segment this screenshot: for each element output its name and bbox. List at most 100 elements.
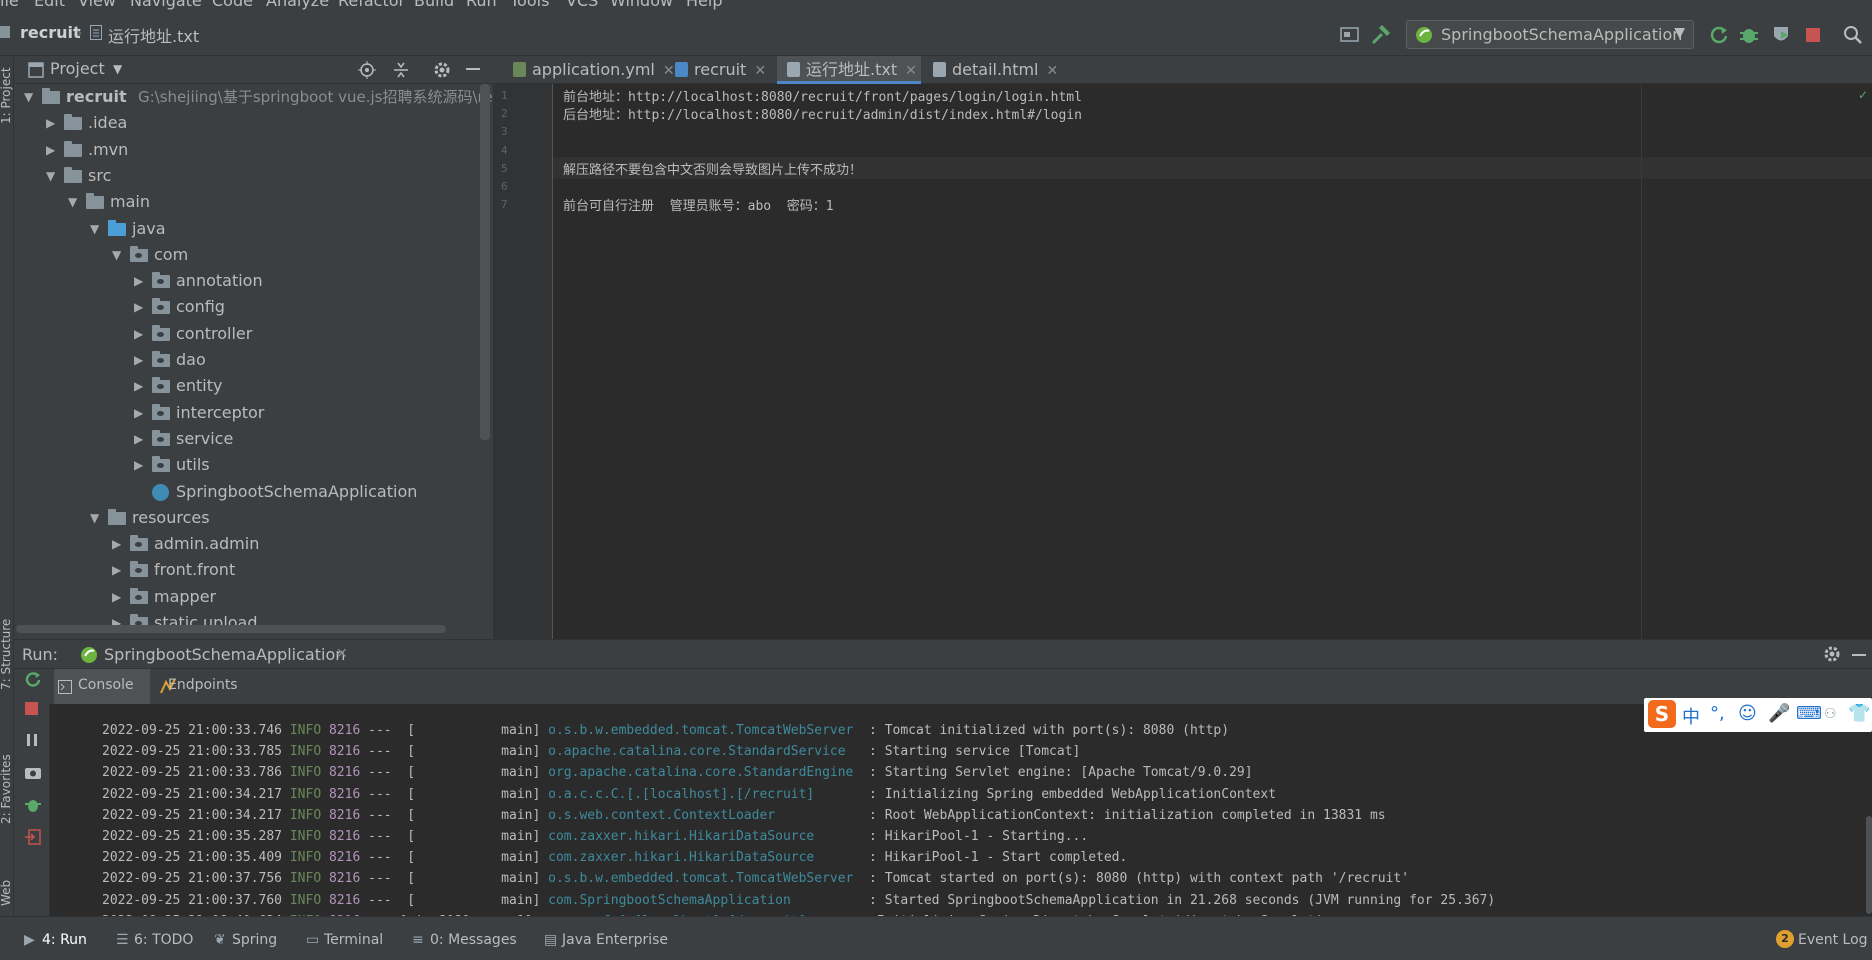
tool-button-0-messages[interactable]: 0: Messages [430, 932, 517, 948]
stop-icon[interactable] [1804, 26, 1826, 48]
tool-button-4-run[interactable]: 4: Run [42, 932, 87, 948]
emoji-icon[interactable]: ☺ [1738, 703, 1757, 724]
skin-icon[interactable]: ⚇ [1824, 706, 1837, 722]
endpoints-tab[interactable]: Endpoints [168, 677, 238, 693]
console-tab[interactable]: Console [54, 669, 150, 704]
tree-item-resources[interactable]: ▼ resources [14, 505, 484, 531]
tree-item-recruit[interactable]: ▼ recruit G:\shejiing\基于springboot vue.js招… [14, 84, 493, 110]
stop-icon[interactable] [24, 701, 42, 719]
microphone-icon[interactable]: 🎤 [1768, 703, 1790, 724]
console-scrollbar[interactable] [1866, 816, 1872, 914]
gear-icon[interactable] [1822, 644, 1842, 668]
structure-tool-window-button[interactable]: 7: Structure [0, 619, 13, 690]
tree-item-com[interactable]: ▼ com [14, 242, 484, 268]
close-icon[interactable]: ✕ [336, 646, 348, 662]
tree-item-config[interactable]: ▶ config [14, 294, 484, 320]
tool-button-6-todo[interactable]: 6: TODO [134, 932, 193, 948]
collapsed-arrow-icon[interactable]: ▶ [134, 400, 146, 426]
ime-punctuation[interactable]: °, [1710, 703, 1725, 724]
tree-item-annotation[interactable]: ▶ annotation [14, 268, 484, 294]
collapsed-arrow-icon[interactable]: ▶ [46, 137, 58, 163]
close-icon[interactable]: ✕ [1047, 63, 1059, 79]
breadcrumb-file[interactable]: 运行地址.txt [108, 23, 199, 47]
tree-vertical-scrollbar[interactable] [480, 84, 490, 440]
event-log-button[interactable]: Event Log [1798, 932, 1868, 948]
collapsed-arrow-icon[interactable]: ▶ [134, 373, 146, 399]
tool-button-terminal[interactable]: Terminal [324, 932, 383, 948]
tree-item-service[interactable]: ▶ service [14, 426, 484, 452]
minimize-icon[interactable] [466, 68, 480, 70]
coverage-icon[interactable] [1770, 24, 1792, 46]
tree-horizontal-scrollbar[interactable] [16, 625, 446, 633]
ime-toolbar[interactable]: S 中 °, ☺ 🎤 ⌨ ⚇ 👕 [1644, 698, 1872, 732]
menu-window[interactable]: Window [610, 0, 673, 10]
collapsed-arrow-icon[interactable]: ▶ [134, 321, 146, 347]
keyboard-icon[interactable]: ⌨ [1796, 703, 1822, 724]
code-line[interactable]: 前台可自行注册 管理员账号：abo 密码：1 [563, 195, 834, 214]
collapsed-arrow-icon[interactable]: ▶ [112, 584, 124, 610]
tool-button-spring[interactable]: Spring [232, 932, 277, 948]
expanded-arrow-icon[interactable]: ▼ [46, 163, 58, 189]
collapsed-arrow-icon[interactable]: ▶ [112, 531, 124, 557]
menu-file[interactable]: File [0, 0, 19, 10]
menu-build[interactable]: Build [414, 0, 454, 10]
search-icon[interactable] [1842, 24, 1864, 46]
run-config-tab[interactable]: SpringbootSchemaApplication [104, 645, 345, 664]
tree-item-interceptor[interactable]: ▶ interceptor [14, 400, 484, 426]
menu-edit[interactable]: Edit [34, 0, 65, 10]
code-line[interactable]: 后台地址：http://localhost:8080/recruit/admin… [563, 104, 1082, 123]
tree-item-entity[interactable]: ▶ entity [14, 373, 484, 399]
shirt-icon[interactable]: 👕 [1848, 703, 1870, 724]
collapsed-arrow-icon[interactable]: ▶ [134, 426, 146, 452]
editor-tab-detail-html[interactable]: detail.html ✕ [923, 56, 1058, 84]
collapsed-arrow-icon[interactable]: ▶ [112, 557, 124, 583]
editor-tab-recruit[interactable]: recruit ✕ [665, 56, 775, 84]
pause-icon[interactable] [24, 732, 42, 750]
tool-button-java-enterprise[interactable]: Java Enterprise [562, 932, 668, 948]
ime-language[interactable]: 中 [1682, 703, 1700, 729]
favorites-tool-window-button[interactable]: 2: Favorites [0, 754, 13, 824]
run-configuration-select[interactable]: SpringbootSchemaApplication ▼ [1406, 20, 1694, 49]
menu-analyze[interactable]: Analyze [266, 0, 329, 10]
tree-item--mvn[interactable]: ▶ .mvn [14, 137, 484, 163]
expanded-arrow-icon[interactable]: ▼ [90, 505, 102, 531]
debug-icon[interactable] [24, 796, 42, 814]
collapsed-arrow-icon[interactable]: ▶ [134, 347, 146, 373]
editor-tab--txt[interactable]: 运行地址.txt ✕ [777, 56, 921, 84]
close-icon[interactable]: ✕ [905, 63, 917, 79]
menu-navigate[interactable]: Navigate [130, 0, 202, 10]
chevron-down-icon[interactable]: ▼ [113, 62, 122, 76]
camera-icon[interactable] [24, 764, 42, 782]
tree-item-admin-admin[interactable]: ▶ admin.admin [14, 531, 484, 557]
project-tool-window-button[interactable]: 1: Project [0, 67, 13, 124]
menu-view[interactable]: View [78, 0, 116, 10]
web-tool-window-button[interactable]: Web [0, 880, 13, 906]
window-icon[interactable] [1340, 26, 1362, 48]
expanded-arrow-icon[interactable]: ▼ [68, 189, 80, 215]
collapse-all-icon[interactable] [392, 61, 410, 83]
tree-item-java[interactable]: ▼ java [14, 216, 484, 242]
collapsed-arrow-icon[interactable]: ▶ [134, 294, 146, 320]
tree-item-controller[interactable]: ▶ controller [14, 321, 484, 347]
expanded-arrow-icon[interactable]: ▼ [90, 216, 102, 242]
collapsed-arrow-icon[interactable]: ▶ [46, 110, 58, 136]
debug-icon[interactable] [1738, 24, 1760, 46]
menu-code[interactable]: Code [212, 0, 253, 10]
tree-item-front-front[interactable]: ▶ front.front [14, 557, 484, 583]
expanded-arrow-icon[interactable]: ▼ [112, 242, 124, 268]
menu-tools[interactable]: Tools [510, 0, 549, 10]
close-icon[interactable]: ✕ [754, 63, 766, 79]
menu-vcs[interactable]: VCS [566, 0, 598, 10]
tree-item--idea[interactable]: ▶ .idea [14, 110, 484, 136]
tree-item-mapper[interactable]: ▶ mapper [14, 584, 484, 610]
editor-tab-application-yml[interactable]: application.yml ✕ [503, 56, 675, 84]
menu-help[interactable]: Help [686, 0, 722, 10]
gear-icon[interactable] [432, 60, 452, 84]
menu-refactor[interactable]: Refactor [338, 0, 405, 10]
login-icon[interactable] [24, 828, 42, 846]
tree-item-springbootschemaapplication[interactable]: SpringbootSchemaApplication [14, 479, 484, 505]
inspection-ok-icon[interactable]: ✓ [1858, 88, 1868, 102]
rerun-icon[interactable] [24, 670, 42, 688]
minimize-icon[interactable] [1852, 654, 1866, 656]
expanded-arrow-icon[interactable]: ▼ [24, 84, 36, 110]
